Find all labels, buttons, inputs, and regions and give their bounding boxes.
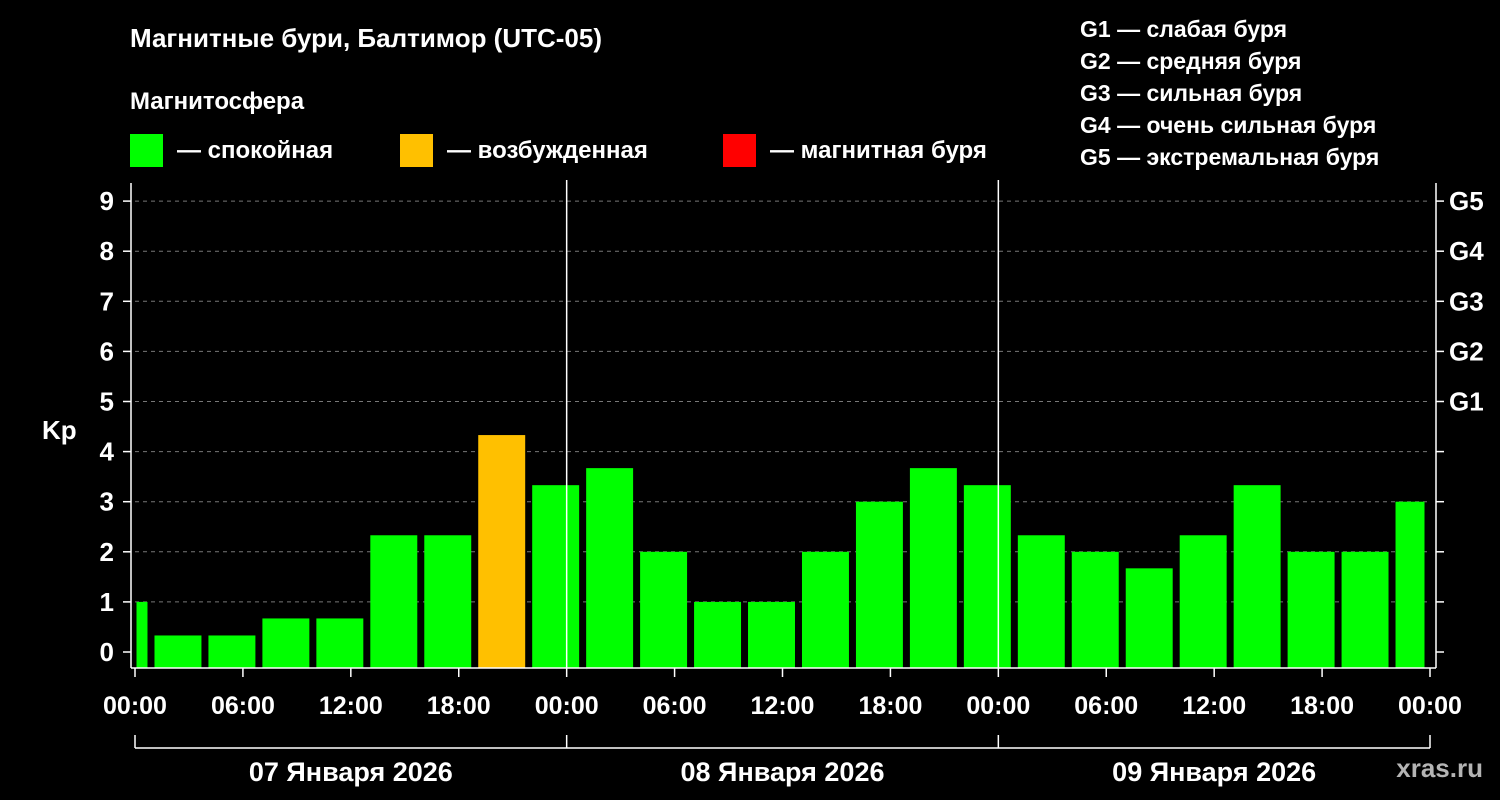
x-tick-label-1: 06:00 <box>211 692 275 720</box>
legend-heading: Магнитосфера <box>130 88 305 115</box>
bar-21 <box>1233 485 1281 668</box>
x-tick-label-5: 06:00 <box>643 692 707 720</box>
y-tick-label-3: 3 <box>100 487 114 517</box>
bar-0 <box>136 601 148 668</box>
storm-scale-item-4: G4 — очень сильная буря <box>1080 112 1376 138</box>
legend-label-storm: — магнитная буря <box>770 137 987 164</box>
axes: 0 1 2 3 4 5 6 7 8 9 G1 G2 G3 G4 G5 00:00 06:00 12:00 18:00… <box>100 180 1484 787</box>
legend-swatch-calm <box>130 134 163 167</box>
day-label-2: 08 Января 2026 <box>681 757 885 787</box>
bar-16 <box>963 485 1011 668</box>
storm-scale-legend: G1 — слабая буря G2 — средняя буря G3 — си… <box>1080 16 1379 170</box>
storm-scale-item-2: G2 — средняя буря <box>1080 48 1301 74</box>
y-tick-label-6: 6 <box>100 336 114 366</box>
y-tick-label-1: 1 <box>100 587 114 617</box>
bar-4 <box>316 618 364 668</box>
day-label-3: 09 Января 2026 <box>1112 757 1316 787</box>
x-tick-label-9: 06:00 <box>1074 692 1138 720</box>
y-tick-label-4: 4 <box>100 437 115 467</box>
x-tick-label-11: 18:00 <box>1290 692 1354 720</box>
legend-label-calm: — спокойная <box>177 137 333 164</box>
bar-12 <box>748 601 795 668</box>
bar-13 <box>801 551 849 668</box>
bar-14 <box>855 501 903 668</box>
bar-17 <box>1017 535 1065 668</box>
x-tick-label-8: 00:00 <box>966 692 1030 720</box>
x-tick-label-2: 12:00 <box>319 692 383 720</box>
y-tick-label-9: 9 <box>100 186 114 216</box>
bar-7 <box>478 435 526 668</box>
x-tick-label-3: 18:00 <box>427 692 491 720</box>
legend-swatch-storm <box>723 134 756 167</box>
day-label-1: 07 Января 2026 <box>249 757 453 787</box>
x-tick-label-6: 12:00 <box>751 692 815 720</box>
y-tick-label-0: 0 <box>100 637 114 667</box>
bar-18 <box>1071 551 1119 668</box>
y-tick-label-5: 5 <box>100 387 114 417</box>
legend: — спокойная — возбужденная — магнитная бур… <box>130 134 987 167</box>
bar-8 <box>532 485 580 668</box>
bar-9 <box>586 468 634 668</box>
storm-level-label-G2: G2 <box>1449 336 1484 366</box>
storm-level-label-G3: G3 <box>1449 286 1484 316</box>
bar-5 <box>370 535 418 668</box>
legend-label-excited: — возбужденная <box>447 137 648 164</box>
storm-level-label-G5: G5 <box>1449 186 1484 216</box>
bar-23 <box>1341 551 1389 668</box>
bar-1 <box>154 635 202 668</box>
bar-22 <box>1287 551 1335 668</box>
bar-20 <box>1179 535 1227 668</box>
bar-19 <box>1125 568 1173 668</box>
bar-11 <box>694 601 742 668</box>
bar-15 <box>909 468 957 668</box>
x-tick-label-12: 00:00 <box>1398 692 1462 720</box>
bar-2 <box>208 635 256 668</box>
bar-3 <box>262 618 310 668</box>
bar-10 <box>640 551 688 668</box>
x-tick-label-0: 00:00 <box>103 692 167 720</box>
bar-6 <box>424 535 472 668</box>
bar-24 <box>1395 501 1425 668</box>
y-tick-label-2: 2 <box>100 537 114 567</box>
x-tick-label-10: 12:00 <box>1182 692 1246 720</box>
kp-chart: Магнитные бури, Балтимор (UTC-05) Магнит… <box>42 16 1484 787</box>
x-tick-label-4: 00:00 <box>535 692 599 720</box>
storm-scale-item-5: G5 — экстремальная буря <box>1080 144 1379 170</box>
watermark: xras.ru <box>1396 753 1483 783</box>
y-tick-label-8: 8 <box>100 236 114 266</box>
legend-swatch-excited <box>400 134 433 167</box>
storm-scale-item-1: G1 — слабая буря <box>1080 16 1287 42</box>
x-tick-label-7: 18:00 <box>858 692 922 720</box>
storm-scale-item-3: G3 — сильная буря <box>1080 80 1302 106</box>
storm-level-label-G4: G4 <box>1449 236 1484 266</box>
y-tick-label-7: 7 <box>100 286 114 316</box>
y-axis-label: Kp <box>42 415 77 445</box>
storm-level-label-G1: G1 <box>1449 387 1484 417</box>
chart-title: Магнитные бури, Балтимор (UTC-05) <box>130 23 602 53</box>
